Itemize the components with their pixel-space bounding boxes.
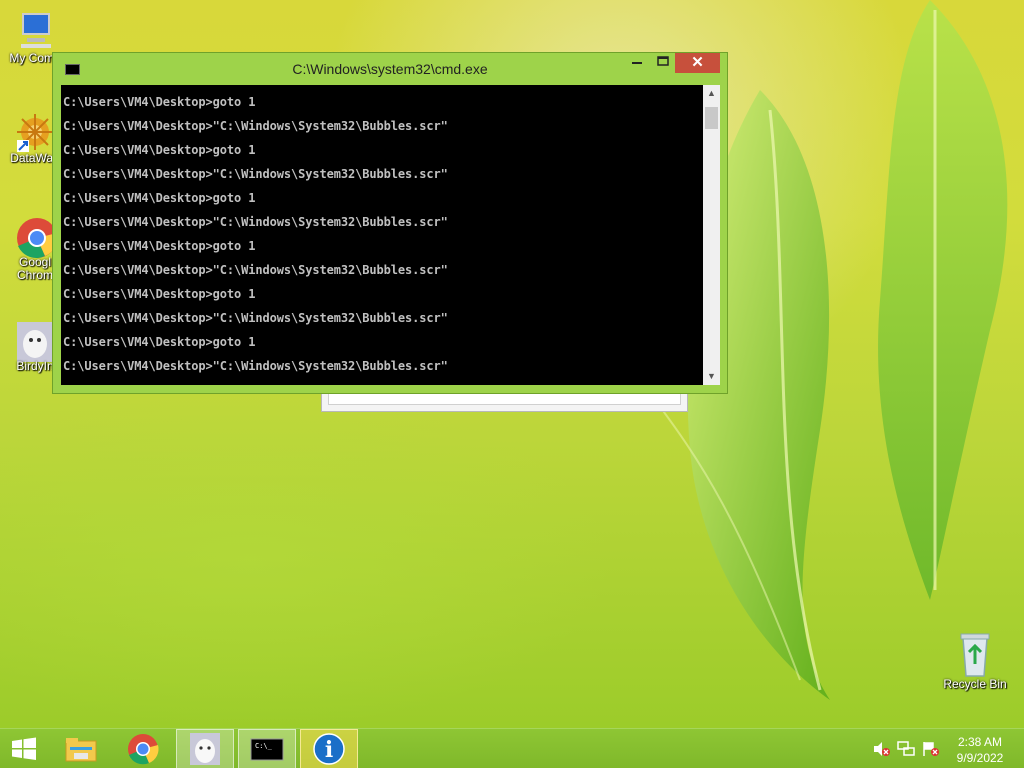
desktop-icon-label: Googl Chrom — [16, 255, 53, 282]
scroll-down-icon[interactable]: ▼ — [703, 368, 720, 385]
title-bar[interactable]: C:\Windows\system32\cmd.exe ✕ — [53, 53, 727, 85]
console-output[interactable]: C:\Users\VM4\Desktop>goto 1 C:\Users\VM4\… — [61, 85, 703, 385]
taskbar: C:\_ i 2:38 AM 9/9/2022 — [0, 728, 1024, 768]
birdy-icon — [190, 733, 220, 765]
desktop: My Comp DataWag Googl Chrom BirdyIn Recy… — [0, 0, 1024, 728]
console-line: C:\Users\VM4\Desktop>"C:\Windows\System3… — [63, 167, 448, 181]
datawag-icon — [15, 112, 55, 152]
console-line: C:\Users\VM4\Desktop>goto 1 — [63, 191, 256, 205]
desktop-icon-recycle-bin[interactable]: Recycle Bin — [940, 630, 1010, 691]
computer-icon — [15, 12, 55, 52]
action-center-flag-icon[interactable] — [922, 741, 940, 757]
console-line: C:\Users\VM4\Desktop>goto 1 — [63, 335, 256, 349]
clock-time: 2:38 AM — [957, 735, 1003, 749]
console-line: C:\Users\VM4\Desktop>"C:\Windows\System3… — [63, 263, 448, 277]
windows-start-icon — [12, 737, 36, 760]
clock-date: 9/9/2022 — [956, 751, 1004, 765]
system-clock[interactable]: 2:38 AM 9/9/2022 — [948, 734, 1012, 766]
taskbar-info[interactable]: i — [300, 729, 358, 768]
close-icon: ✕ — [691, 54, 704, 71]
chrome-icon — [128, 734, 159, 765]
desktop-icon-label: Recycle Bin — [943, 677, 1007, 691]
taskbar-file-explorer[interactable] — [52, 729, 110, 768]
info-icon-text: i — [324, 737, 334, 763]
birdy-icon — [15, 320, 55, 362]
console-line: C:\Users\VM4\Desktop>"C:\Windows\System3… — [63, 215, 448, 229]
cmd-window[interactable]: C:\Windows\system32\cmd.exe ✕ C:\Users\V… — [52, 52, 728, 394]
taskbar-birdy[interactable] — [176, 729, 234, 768]
console-line: C:\Users\VM4\Desktop>"C:\Windows\System3… — [63, 311, 448, 325]
console-line: C:\Users\VM4\Desktop>goto 1 — [63, 95, 256, 109]
vertical-scrollbar[interactable]: ▲ ▼ — [703, 85, 720, 385]
taskbar-cmd[interactable]: C:\_ — [238, 729, 296, 768]
close-button[interactable]: ✕ — [675, 53, 720, 73]
recycle-bin-icon — [955, 630, 995, 677]
file-explorer-icon — [65, 738, 97, 762]
cmd-icon-text: C:\_ — [255, 742, 272, 750]
taskbar-chrome[interactable] — [114, 729, 172, 768]
scroll-thumb[interactable] — [705, 107, 718, 129]
console-line: C:\Users\VM4\Desktop>goto 1 — [63, 287, 256, 301]
console-line: C:\Users\VM4\Desktop>goto 1 — [63, 143, 256, 157]
console-line: C:\Users\VM4\Desktop>goto 1 — [63, 239, 256, 253]
start-button[interactable] — [0, 729, 48, 768]
maximize-button[interactable] — [651, 53, 675, 73]
network-icon[interactable] — [897, 741, 915, 757]
console-line: C:\Users\VM4\Desktop>"C:\Windows\System3… — [63, 119, 448, 133]
minimize-button[interactable] — [625, 53, 649, 73]
volume-muted-icon[interactable] — [872, 741, 890, 757]
scroll-up-icon[interactable]: ▲ — [703, 85, 720, 102]
chrome-icon — [15, 216, 58, 258]
console-line: C:\Users\VM4\Desktop>"C:\Windows\System3… — [63, 359, 448, 373]
